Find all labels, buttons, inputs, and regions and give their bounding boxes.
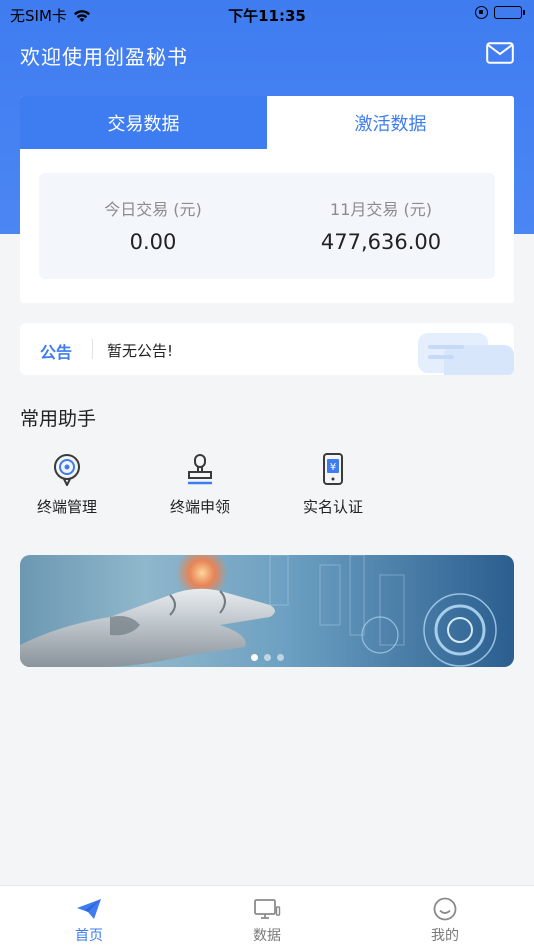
terminal-apply-icon <box>188 454 212 485</box>
tab-transaction-data[interactable]: 交易数据 <box>20 96 267 149</box>
notice-bar[interactable]: 公告 暂无公告! <box>20 323 514 375</box>
terminal-management-icon <box>54 454 80 486</box>
status-bar: 无SIM卡 下午11:35 <box>0 0 534 28</box>
bottom-tab-bar: 首页 数据 我的 <box>0 885 534 950</box>
battery-icon <box>494 6 525 19</box>
svg-text:¥: ¥ <box>330 462 336 473</box>
stat-today-value: 0.00 <box>129 230 177 254</box>
helper-terminal-apply[interactable]: 终端申领 <box>150 452 250 517</box>
tabbar-item-home[interactable]: 首页 <box>0 886 178 950</box>
stat-today: 今日交易 (元) 0.00 <box>39 173 267 279</box>
stat-today-label: 今日交易 (元) <box>104 200 202 219</box>
banner-dot[interactable] <box>250 654 258 661</box>
notice-tag: 公告 <box>40 343 73 362</box>
helper-real-name-auth-label: 实名认证 <box>302 498 363 516</box>
tab-activation-data[interactable]: 激活数据 <box>267 96 514 149</box>
tabbar-label-mine: 我的 <box>431 928 459 944</box>
banner-dot[interactable] <box>276 654 284 661</box>
helper-terminal-management-label: 终端管理 <box>36 498 97 516</box>
helper-terminal-apply-label: 终端申领 <box>169 498 230 516</box>
stat-month-value: 477,636.00 <box>320 230 442 254</box>
helper-real-name-auth[interactable]: ¥ 实名认证 <box>283 452 383 517</box>
banner-pagination <box>20 654 514 661</box>
page-title: 欢迎使用创盈秘书 <box>20 45 188 69</box>
notice-divider <box>92 339 93 359</box>
tabbar-item-data[interactable]: 数据 <box>178 886 356 950</box>
promo-banner[interactable] <box>20 555 514 667</box>
paper-plane-icon <box>77 899 101 919</box>
helper-terminal-management[interactable]: 终端管理 <box>17 452 117 517</box>
helpers-section-title: 常用助手 <box>20 408 97 430</box>
status-time: 下午11:35 <box>228 7 306 25</box>
transaction-card: 交易数据 激活数据 今日交易 (元) 0.00 11月交易 (元) 477,63… <box>20 96 514 303</box>
tabbar-label-data: 数据 <box>253 928 281 944</box>
smile-icon <box>433 897 457 921</box>
banner-robot-hand-image <box>20 555 497 667</box>
stats-panel: 今日交易 (元) 0.00 11月交易 (元) 477,636.00 <box>39 173 495 279</box>
orientation-lock-icon <box>475 6 488 19</box>
monitor-icon <box>254 899 281 919</box>
stat-month: 11月交易 (元) 477,636.00 <box>267 173 495 279</box>
mail-icon[interactable] <box>486 42 514 64</box>
tabbar-item-mine[interactable]: 我的 <box>356 886 534 950</box>
real-name-auth-icon: ¥ <box>323 453 343 485</box>
stat-month-label: 11月交易 (元) <box>330 200 432 219</box>
chat-bubble-icon <box>418 333 514 375</box>
data-tabs: 交易数据 激活数据 <box>20 96 514 149</box>
notice-text: 暂无公告! <box>107 342 174 360</box>
tabbar-label-home: 首页 <box>75 928 103 944</box>
banner-dot[interactable] <box>263 654 271 661</box>
